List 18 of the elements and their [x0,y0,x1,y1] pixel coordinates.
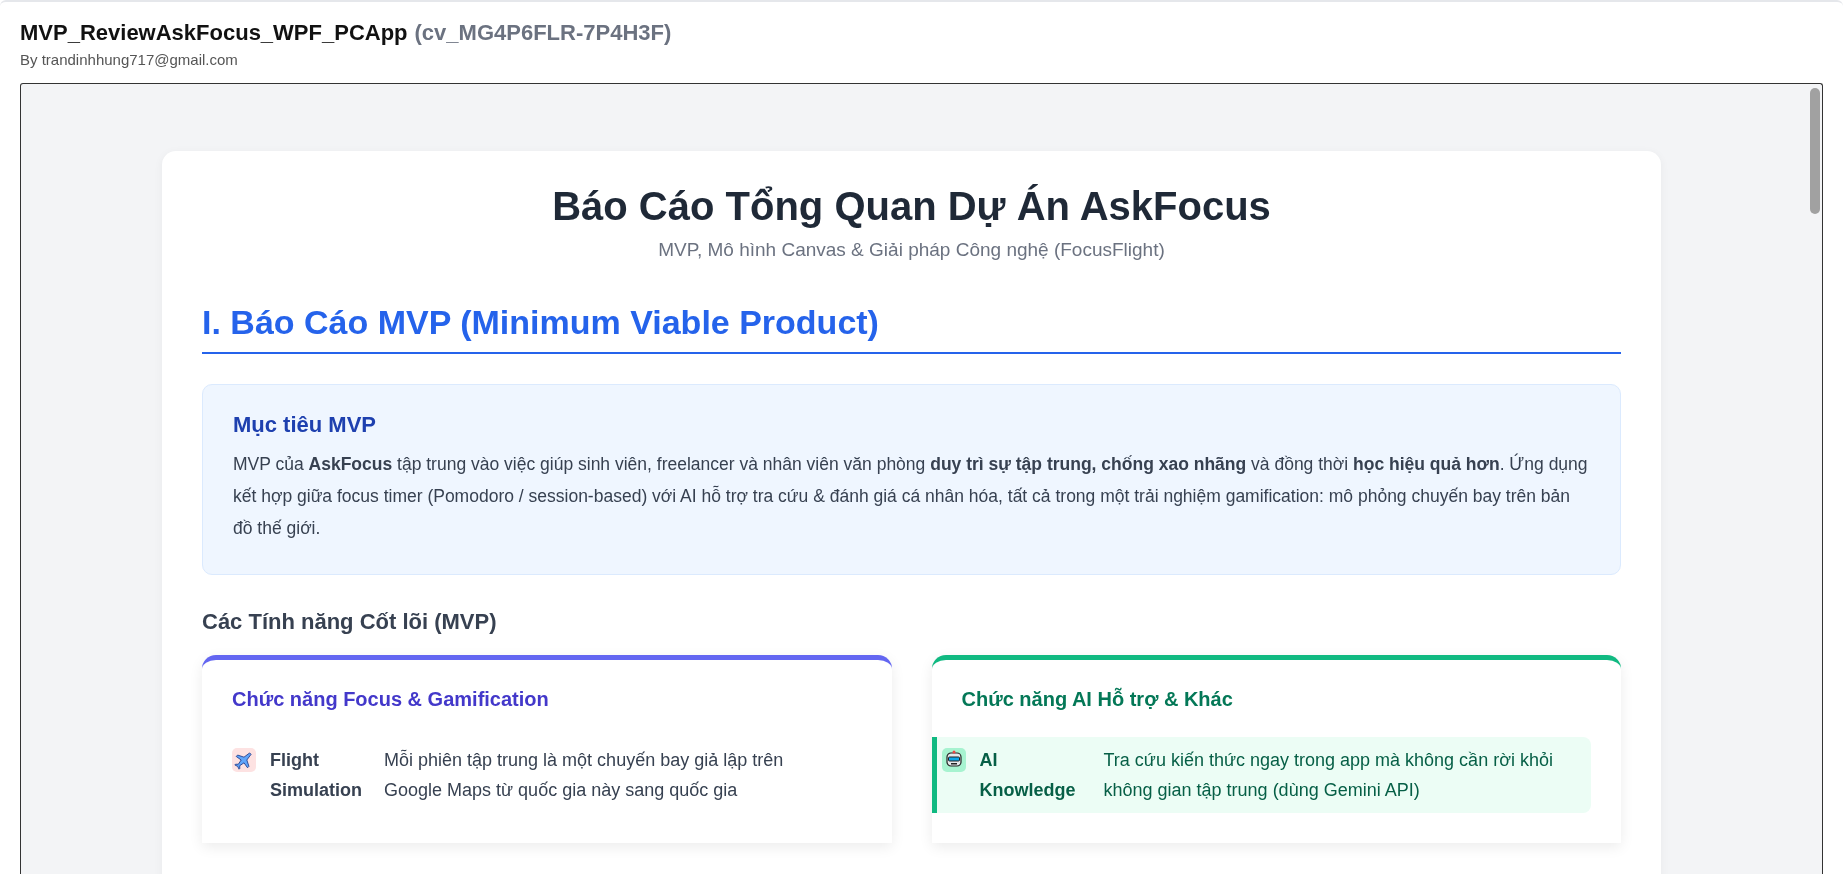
feature-description: Mỗi phiên tập trung là một chuyến bay giả lập trên Google Maps từ quốc gia này sang quốc gia [384,748,785,802]
airplane-icon [232,748,256,772]
author-line: By trandinhhung717@gmail.com [20,51,238,68]
goal-heading: Mục tiêu MVP [233,412,377,438]
project-code: (cv_MG4P6FLR-7P4H3F) [414,20,672,46]
card-heading: Chức năng AI Hỗ trợ & Khác [961,688,1234,711]
page-title: MVP_ReviewAskFocus_WPF_PCApp [20,20,408,46]
features-heading: Các Tính năng Cốt lõi (MVP) [202,609,498,635]
report-subtitle: MVP, Mô hình Canvas & Giải pháp Công nghệ (FocusFlight) [657,239,1166,261]
card-heading: Chức năng Focus & Gamification [232,688,550,711]
robot-icon [941,748,966,772]
scrollbar-thumb[interactable] [1810,88,1820,214]
feature-description: Tra cứu kiến thức ngay trong app mà không cần rời khỏi không gian tập trung (dùng Gemini API) [1103,749,1554,802]
report-title: Báo Cáo Tổng Quan Dự Án AskFocus [551,184,1272,229]
feature-label: Flight Simulation [270,749,363,802]
section-heading: I. Báo Cáo MVP (Minimum Viable Product) [202,303,880,342]
feature-label: AI Knowledge [979,749,1077,802]
goal-description: MVP của AskFocus tập trung vào việc giúp sinh viên, freelancer và nhân viên văn phòng duy trì sự tập trung, chống xao nhãng và đồng thời học hiệu quả hơn. Ứng dụng kết hợp giữa focus timer (Pomodoro / session-based) với AI hỗ trợ tra cứu & đánh giá cá nhân hóa, tất cả trong một trải nghiệm gamification: mô phỏng chuyến bay trên bản đồ thế giới. [233,452,1589,540]
